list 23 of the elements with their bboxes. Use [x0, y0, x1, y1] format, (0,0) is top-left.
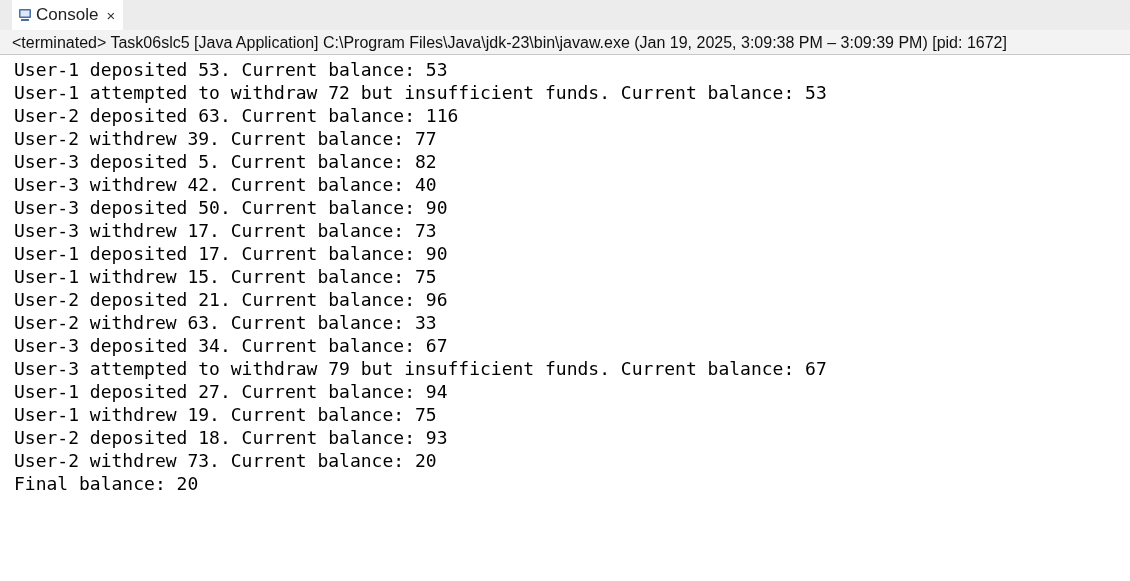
console-line: User-3 deposited 50. Current balance: 90	[14, 196, 449, 219]
console-line: User-3 deposited 5. Current balance: 82	[14, 150, 438, 173]
console-line: User-2 deposited 63. Current balance: 116	[14, 104, 460, 127]
console-line: User-1 withdrew 15. Current balance: 75	[14, 265, 438, 288]
close-icon[interactable]: ×	[106, 6, 116, 24]
console-line: User-1 deposited 53. Current balance: 53	[14, 58, 449, 81]
console-line: User-1 deposited 17. Current balance: 90	[14, 242, 449, 265]
console-line: User-2 withdrew 39. Current balance: 77	[14, 127, 438, 150]
console-line: Final balance: 20	[14, 472, 200, 495]
console-line: User-2 withdrew 73. Current balance: 20	[14, 449, 438, 472]
console-line: User-3 withdrew 42. Current balance: 40	[14, 173, 438, 196]
console-line: User-3 attempted to withdraw 79 but insufficient funds. Current balance: 67	[14, 357, 828, 380]
process-status: <terminated> Task06slc5 [Java Application] C:\Program Files\Java\jdk-23\bin\javaw.exe (Jan 19, 2025, 3:09:38 PM – 3:09:39 PM) [pid: 1672]	[0, 30, 1130, 55]
console-tab[interactable]: Console ×	[12, 0, 124, 30]
console-line: User-2 deposited 21. Current balance: 96	[14, 288, 449, 311]
console-line: User-3 withdrew 17. Current balance: 73	[14, 219, 438, 242]
console-line: User-2 deposited 18. Current balance: 93	[14, 426, 449, 449]
console-line: User-2 withdrew 63. Current balance: 33	[14, 311, 438, 334]
console-line: User-1 attempted to withdraw 72 but insufficient funds. Current balance: 53	[14, 81, 828, 104]
console-line: User-1 deposited 27. Current balance: 94	[14, 380, 449, 403]
console-line: User-1 withdrew 19. Current balance: 75	[14, 403, 438, 426]
console-line: User-3 deposited 34. Current balance: 67	[14, 334, 449, 357]
monitor-icon	[18, 8, 32, 22]
